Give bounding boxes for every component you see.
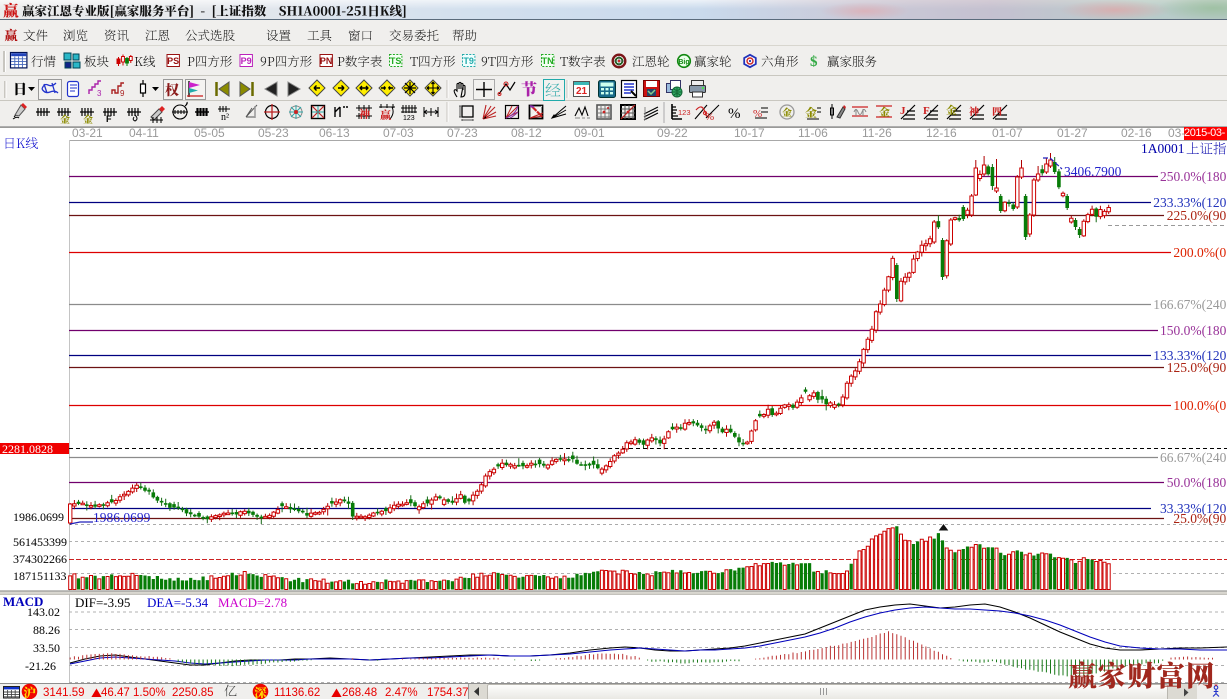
svg-text:Big: Big [678, 59, 689, 66]
svg-text:T9: T9 [463, 56, 474, 66]
svg-text:F: F [923, 105, 930, 117]
svg-text:PS: PS [167, 56, 179, 66]
svg-text:TN: TN [542, 56, 554, 66]
svg-text:123: 123 [678, 108, 691, 117]
svg-text:P9: P9 [241, 56, 252, 66]
svg-text:J: J [900, 105, 906, 117]
svg-text:%: % [728, 106, 741, 122]
svg-text:3: 3 [97, 89, 102, 98]
svg-text:$: $ [810, 54, 818, 70]
svg-text:F: F [106, 114, 112, 124]
svg-text:21: 21 [576, 86, 588, 97]
svg-text:%: % [705, 111, 714, 123]
svg-text:TS: TS [390, 56, 402, 66]
svg-text:123: 123 [403, 115, 415, 122]
svg-text:PN: PN [320, 56, 333, 66]
svg-text:n²: n² [221, 112, 229, 123]
svg-text:9: 9 [120, 89, 125, 98]
